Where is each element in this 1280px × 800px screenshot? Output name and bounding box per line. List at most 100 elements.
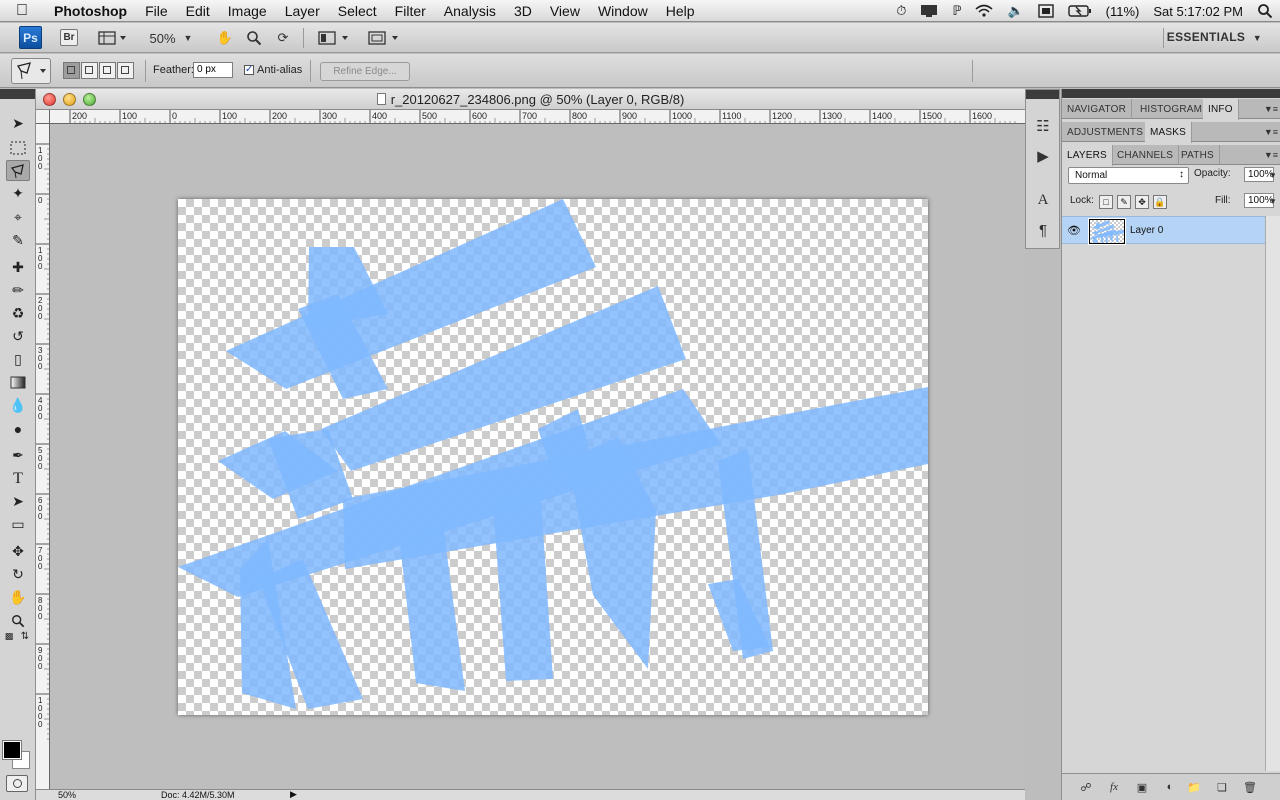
shape-tool-icon[interactable]: ▭ [6,514,30,535]
hand-tool-icon[interactable]: ✋ [214,28,236,48]
link-layers-icon[interactable]: ☍ [1078,780,1094,794]
add-to-selection-button[interactable] [81,62,98,79]
3d-rotate-tool-icon[interactable]: ✥ [6,541,30,562]
hand-tool-icon[interactable]: ✋ [6,587,30,608]
gradient-tool-icon[interactable] [6,372,30,393]
wifi-icon[interactable] [968,4,1000,18]
arrange-documents-button[interactable] [314,28,354,48]
menu-clock[interactable]: Sat 5:17:02 PM [1146,4,1250,19]
tab-paths[interactable]: PATHS [1176,145,1220,165]
tab-layers[interactable]: LAYERS [1062,145,1113,166]
swap-colors-icon[interactable]: ⇅ [18,630,32,642]
volume-icon[interactable]: 🔈 [1000,3,1030,19]
fill-slider-arrow-icon[interactable]: ▼ [1269,197,1277,206]
toolbox-grip[interactable] [0,89,35,99]
bridge-button[interactable]: Br [60,29,78,46]
character-panel-icon[interactable]: A [1033,190,1053,210]
tab-navigator[interactable]: NAVIGATOR [1062,99,1133,119]
brush-tool-icon[interactable]: ✏ [6,280,30,301]
horizontal-ruler[interactable]: 200 100 0 100 200 300 400 500 600 700 800 900 1000 11… [50,110,1025,124]
ruler-origin[interactable] [36,110,50,124]
quick-mask-button[interactable] [6,775,28,792]
path-selection-tool-icon[interactable]: ➤ [6,491,30,512]
foreground-color-swatch[interactable] [2,740,22,760]
menu-filter[interactable]: Filter [386,3,435,19]
screen-mode-button[interactable] [364,28,404,48]
crop-tool-icon[interactable]: ⌖ [6,207,30,228]
rotate-view-icon[interactable]: ⟳ [272,28,294,48]
status-menu-arrow-icon[interactable]: ▶ [290,789,297,800]
display-icon[interactable] [913,4,945,18]
status-doc-size[interactable]: Doc: 4.42M/5.30M [161,790,235,800]
move-tool-icon[interactable]: ➤ [6,113,30,134]
panel-menu-icon[interactable]: ▼≡ [1264,104,1278,114]
tab-info[interactable]: INFO [1203,99,1239,120]
layer-row[interactable]: 👁 Layer 0 [1062,216,1265,245]
layer-name[interactable]: Layer 0 [1130,225,1163,236]
menu-view[interactable]: View [541,3,589,19]
menu-window[interactable]: Window [589,3,657,19]
eyedropper-tool-icon[interactable]: ✎ [6,230,30,251]
bluetooth-icon[interactable]: ℙ [945,3,968,19]
menu-layer[interactable]: Layer [276,3,329,19]
menu-help[interactable]: Help [657,3,704,19]
opacity-slider-arrow-icon[interactable]: ▼ [1269,171,1277,180]
clone-stamp-tool-icon[interactable]: ♻ [6,303,30,324]
history-brush-tool-icon[interactable]: ↺ [6,326,30,347]
input-menu-icon[interactable] [1031,4,1061,18]
new-layer-icon[interactable]: ❏ [1214,780,1230,794]
healing-brush-tool-icon[interactable]: ✚ [6,257,30,278]
anti-alias-checkbox[interactable]: ✓ [244,65,254,75]
subtract-from-selection-button[interactable] [99,62,116,79]
tab-histogram[interactable]: HISTOGRAM [1135,99,1209,119]
time-machine-icon[interactable]: ⏱ [889,3,913,19]
layer-thumbnail[interactable] [1088,218,1126,245]
zoom-level-dropdown[interactable]: 50% ▼ [146,28,196,48]
zoom-tool-icon[interactable] [6,610,30,631]
spotlight-search-icon[interactable] [1250,3,1280,19]
blend-mode-select[interactable]: Normal [1068,167,1189,184]
delete-layer-icon[interactable]: 🗑 [1242,780,1258,794]
panel-menu-icon[interactable]: ▼≡ [1264,127,1278,137]
history-panel-icon[interactable]: ☷ [1033,116,1053,136]
apple-menu-icon[interactable]:  [0,2,44,20]
menu-file[interactable]: File [136,3,177,19]
tool-preset-picker[interactable] [11,58,51,84]
menu-select[interactable]: Select [329,3,386,19]
type-tool-icon[interactable]: T [6,468,30,489]
panel-strip-grip[interactable] [1026,90,1059,99]
tab-channels[interactable]: CHANNELS [1112,145,1180,165]
blur-tool-icon[interactable]: 💧 [6,395,30,416]
lock-image-icon[interactable]: ✎ [1117,195,1131,209]
status-zoom[interactable]: 50% [58,790,76,800]
view-extras-button[interactable] [94,28,130,48]
zoom-tool-icon[interactable] [243,28,265,48]
panel-menu-icon[interactable]: ▼≡ [1264,150,1278,160]
intersect-selection-button[interactable] [117,62,134,79]
new-group-icon[interactable]: 📁 [1186,780,1202,794]
dodge-tool-icon[interactable]: ● [6,418,30,439]
magic-wand-tool-icon[interactable]: ✦ [6,183,30,204]
layers-scrollbar[interactable] [1265,216,1280,771]
image-canvas[interactable] [178,199,928,715]
document-title-bar[interactable]: r_20120627_234806.png @ 50% (Layer 0, RG… [36,89,1025,110]
pen-tool-icon[interactable]: ✒ [6,445,30,466]
adjustment-layer-icon[interactable]: ◐ [1162,780,1178,794]
menu-3d[interactable]: 3D [505,3,541,19]
panel-dock-grip[interactable] [1062,89,1280,98]
paragraph-panel-icon[interactable]: ¶ [1033,220,1053,240]
menu-analysis[interactable]: Analysis [435,3,505,19]
workspace-switcher[interactable]: ESSENTIALS ▼ [1167,30,1262,44]
menu-edit[interactable]: Edit [177,3,219,19]
add-mask-icon[interactable]: ▣ [1134,780,1150,794]
menu-image[interactable]: Image [219,3,276,19]
lock-transparent-icon[interactable]: □ [1099,195,1113,209]
lock-all-icon[interactable]: 🔒 [1153,195,1167,209]
refine-edge-button[interactable]: Refine Edge... [320,62,410,81]
lasso-tool-icon[interactable] [6,160,30,181]
new-selection-button[interactable] [63,62,80,79]
lock-position-icon[interactable]: ✥ [1135,195,1149,209]
tab-adjustments[interactable]: ADJUSTMENTS [1062,122,1150,142]
feather-input[interactable]: 0 px [193,62,233,78]
marquee-tool-icon[interactable] [6,137,30,158]
